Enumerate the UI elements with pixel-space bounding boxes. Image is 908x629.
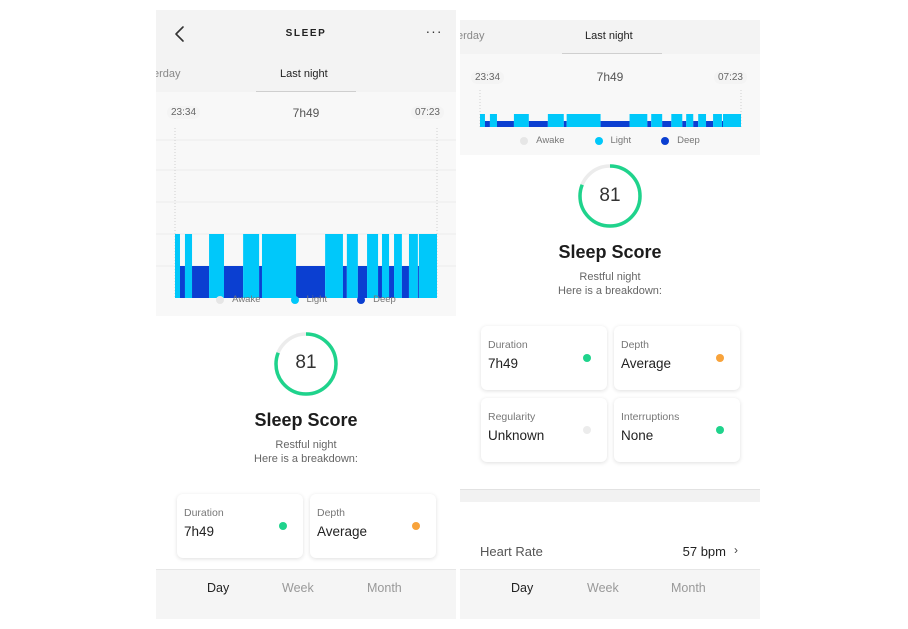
segment-deep — [484, 121, 490, 127]
segment-light — [566, 114, 601, 127]
segment-deep — [647, 121, 652, 127]
segment-light — [346, 234, 358, 298]
deep-dot-icon — [661, 136, 670, 145]
segment-light — [184, 234, 193, 298]
tab-month[interactable]: Month — [367, 581, 402, 595]
segment-deep — [662, 121, 672, 127]
score-value: 81 — [599, 185, 621, 206]
segment-light — [513, 114, 529, 127]
status-dot-icon — [583, 426, 591, 434]
tab-week[interactable]: Week — [587, 581, 619, 595]
sleep-screen-top: SLEEP ··· erday Last night 23:34 7h49 07… — [156, 10, 456, 619]
segment-light — [261, 234, 297, 298]
tab-week[interactable]: Week — [282, 581, 314, 595]
legend-awake: Awake — [216, 294, 261, 305]
score-subtitle: Restful night Here is a breakdown: — [254, 439, 358, 465]
segment-light — [394, 234, 402, 298]
end-time: 07:23 — [713, 71, 747, 84]
tab-day[interactable]: Day — [511, 581, 533, 595]
metric-card-duration[interactable]: Duration 7h49 — [481, 326, 607, 390]
segment-light — [175, 234, 180, 298]
segment-deep — [563, 121, 567, 127]
period-tab-bar: Day Week Month — [460, 569, 760, 619]
segment-light — [325, 234, 343, 298]
period-tab-bar: Day Week Month — [156, 569, 456, 619]
segment-light — [629, 114, 648, 127]
segment-light — [381, 234, 390, 298]
metric-card-interruptions[interactable]: Interruptions None — [614, 398, 740, 462]
tab-day[interactable]: Day — [207, 581, 229, 595]
segment-light — [480, 114, 485, 127]
deep-dot-icon — [357, 295, 366, 304]
segment-light — [547, 114, 564, 127]
segment-deep — [706, 121, 714, 127]
heart-rate-row[interactable]: Heart Rate 57 bpm › — [460, 538, 760, 568]
more-horizontal-icon[interactable]: ··· — [424, 24, 444, 40]
status-dot-icon — [412, 522, 420, 530]
app-header: SLEEP ··· — [156, 10, 456, 58]
score-subtitle: Restful night Here is a breakdown: — [558, 271, 662, 297]
chevron-right-icon: › — [734, 543, 738, 557]
segment-light — [651, 114, 663, 127]
metric-card-regularity[interactable]: Regularity Unknown — [481, 398, 607, 462]
segment-light — [243, 234, 260, 298]
tab-month[interactable]: Month — [671, 581, 706, 595]
metric-card-depth[interactable]: Depth Average — [614, 326, 740, 390]
segment-light — [489, 114, 497, 127]
section-divider — [460, 489, 760, 502]
segment-light — [698, 114, 707, 127]
end-time: 07:23 — [410, 106, 444, 119]
hypnogram-chart: 23:34 7h49 07:23 Awake Light Deep — [156, 92, 456, 316]
legend-awake: Awake — [520, 135, 565, 146]
segment-deep — [693, 121, 699, 127]
score-value: 81 — [295, 352, 317, 373]
metric-card-depth[interactable]: Depth Average — [310, 494, 436, 558]
legend-light: Light — [594, 135, 631, 146]
page-title: SLEEP — [285, 28, 327, 39]
awake-dot-icon — [520, 136, 529, 145]
segment-deep — [496, 121, 514, 127]
segment-deep — [528, 121, 548, 127]
heart-rate-value: 57 bpm — [682, 544, 726, 559]
awake-dot-icon — [216, 295, 225, 304]
date-tabs: erday Last night — [156, 58, 456, 92]
hypnogram-svg — [156, 128, 456, 298]
segment-deep — [682, 121, 687, 127]
score-title: Sleep Score — [558, 242, 662, 262]
segment-light — [686, 114, 694, 127]
tab-yesterday[interactable]: erday — [156, 68, 181, 80]
score-title: Sleep Score — [254, 410, 358, 430]
segment-deep — [600, 121, 630, 127]
status-dot-icon — [279, 522, 287, 530]
tab-last-night[interactable]: Last night — [585, 30, 633, 42]
segment-light — [367, 234, 379, 298]
legend-light: Light — [290, 294, 327, 305]
status-dot-icon — [716, 426, 724, 434]
segment-light — [671, 114, 683, 127]
segment-light — [408, 234, 418, 298]
segment-deep — [721, 121, 723, 127]
tab-yesterday[interactable]: erday — [460, 30, 485, 42]
tab-last-night[interactable]: Last night — [280, 68, 328, 80]
heart-rate-label: Heart Rate — [480, 544, 543, 559]
status-dot-icon — [583, 354, 591, 362]
segment-light — [209, 234, 224, 298]
metric-card-duration[interactable]: Duration 7h49 — [177, 494, 303, 558]
date-tabs: erday Last night — [460, 20, 760, 54]
legend-deep: Deep — [661, 135, 700, 146]
legend-deep: Deep — [357, 294, 396, 305]
light-dot-icon — [290, 295, 299, 304]
chart-legend: Awake Light Deep — [460, 135, 760, 146]
status-dot-icon — [716, 354, 724, 362]
light-dot-icon — [594, 136, 603, 145]
segment-light — [713, 114, 722, 127]
segment-light — [418, 234, 437, 298]
sleep-screen-scrolled: erday Last night 23:34 7h49 07:23 Awake … — [460, 10, 760, 619]
segment-light — [722, 114, 741, 127]
hypnogram-chart-compact: 23:34 7h49 07:23 Awake Light Deep — [460, 54, 760, 155]
chart-legend: Awake Light Deep — [156, 294, 456, 305]
